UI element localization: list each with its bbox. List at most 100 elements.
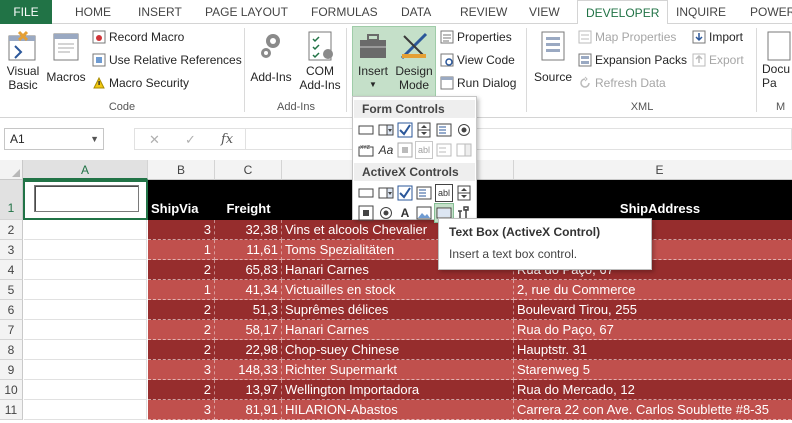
activex-image-control[interactable]: [415, 204, 433, 222]
cancel-icon[interactable]: ✕: [149, 132, 160, 148]
row-header-6[interactable]: 6: [0, 300, 23, 320]
tab-power[interactable]: POWER: [750, 0, 792, 24]
activex-command-button-control[interactable]: [357, 184, 375, 202]
tab-developer[interactable]: DEVELOPER: [577, 0, 669, 25]
cell-freight[interactable]: 11,61: [215, 240, 282, 260]
cell-a6[interactable]: [24, 300, 147, 320]
form-check-box-control[interactable]: [396, 121, 414, 139]
expansion-packs-button[interactable]: Expansion Packs: [578, 51, 687, 69]
cell-shipaddress[interactable]: Hauptstr. 31: [514, 340, 792, 360]
column-header-c[interactable]: C: [215, 160, 282, 180]
form-label-control[interactable]: Aa: [377, 141, 395, 159]
cell-a5[interactable]: [24, 280, 147, 300]
run-dialog-button[interactable]: Run Dialog: [440, 74, 516, 92]
cell-shipname[interactable]: Victuailles en stock: [282, 280, 514, 300]
activex-textbox-control[interactable]: [34, 185, 139, 212]
tab-formulas[interactable]: FORMULAS: [311, 0, 378, 24]
column-header-b[interactable]: B: [148, 160, 215, 180]
header-cell-shipvia[interactable]: ShipVia: [148, 180, 215, 220]
row-header-7[interactable]: 7: [0, 320, 23, 340]
cell-shipname[interactable]: Hanari Carnes: [282, 320, 514, 340]
activex-combo-box-control[interactable]: [377, 184, 395, 202]
name-box[interactable]: A1 ▼: [4, 128, 104, 150]
activex-check-box-control[interactable]: [396, 184, 414, 202]
row-header-1[interactable]: 1: [0, 180, 23, 220]
cell-freight[interactable]: 13,97: [215, 380, 282, 400]
cell-shipvia[interactable]: 2: [148, 300, 215, 320]
cell-shipvia[interactable]: 3: [148, 360, 215, 380]
tab-inquire[interactable]: INQUIRE: [676, 0, 726, 24]
record-macro-button[interactable]: Record Macro: [92, 28, 184, 46]
form-combo-dropdown-control[interactable]: [455, 141, 473, 159]
cell-freight[interactable]: 58,17: [215, 320, 282, 340]
form-spin-button-control[interactable]: [415, 121, 433, 139]
row-header-2[interactable]: 2: [0, 220, 23, 240]
cell-shipname[interactable]: HILARION-Abastos: [282, 400, 514, 420]
tab-home[interactable]: HOME: [75, 0, 111, 24]
cell-freight[interactable]: 51,3: [215, 300, 282, 320]
design-mode-button[interactable]: Design Mode: [394, 28, 434, 92]
column-header-a[interactable]: A: [23, 160, 148, 180]
row-header-10[interactable]: 10: [0, 380, 23, 400]
enter-icon[interactable]: ✓: [185, 132, 196, 148]
cell-freight[interactable]: 81,91: [215, 400, 282, 420]
cell-shipaddress[interactable]: Rua do Mercado, 12: [514, 380, 792, 400]
cell-shipaddress[interactable]: Carrera 22 con Ave. Carlos Soublette #8-…: [514, 400, 792, 420]
row-header-4[interactable]: 4: [0, 260, 23, 280]
cell-shipvia[interactable]: 1: [148, 280, 215, 300]
row-header-8[interactable]: 8: [0, 340, 23, 360]
properties-button[interactable]: Properties: [440, 28, 512, 46]
select-all-button[interactable]: [0, 160, 23, 180]
cell-shipvia[interactable]: 2: [148, 320, 215, 340]
activex-text-box-control[interactable]: abl: [435, 184, 453, 202]
relative-references-button[interactable]: Use Relative References: [92, 51, 242, 69]
cell-freight[interactable]: 22,98: [215, 340, 282, 360]
visual-basic-button[interactable]: Visual Basic: [4, 28, 42, 92]
form-button-control[interactable]: [357, 121, 375, 139]
tab-data[interactable]: DATA: [401, 0, 431, 24]
refresh-data-button[interactable]: Refresh Data: [578, 74, 666, 92]
cell-a10[interactable]: [24, 380, 147, 400]
xml-import-button[interactable]: Import: [692, 28, 743, 46]
row-header-11[interactable]: 11: [0, 400, 23, 420]
document-panel-button[interactable]: Docu Pa: [762, 28, 792, 90]
cell-a11[interactable]: [24, 400, 147, 420]
cell-shipaddress[interactable]: 2, rue du Commerce: [514, 280, 792, 300]
cell-shipvia[interactable]: 2: [148, 380, 215, 400]
cell-freight[interactable]: 41,34: [215, 280, 282, 300]
form-combo-list-control[interactable]: [435, 141, 453, 159]
com-addins-button[interactable]: COM Add-Ins: [298, 28, 342, 92]
tab-file[interactable]: FILE: [0, 0, 52, 24]
cell-shipname[interactable]: Richter Supermarkt: [282, 360, 514, 380]
cell-shipname[interactable]: Suprêmes délices: [282, 300, 514, 320]
cell-a8[interactable]: [24, 340, 147, 360]
header-cell-shipaddress[interactable]: ShipAddress: [514, 180, 792, 220]
macros-button[interactable]: Macros: [44, 28, 88, 84]
cell-shipvia[interactable]: 2: [148, 340, 215, 360]
cell-shipaddress[interactable]: Boulevard Tirou, 255: [514, 300, 792, 320]
cell-a4[interactable]: [24, 260, 147, 280]
map-properties-button[interactable]: Map Properties: [578, 28, 676, 46]
column-header-e[interactable]: E: [514, 160, 792, 180]
cell-a9[interactable]: [24, 360, 147, 380]
cell-shipvia[interactable]: 2: [148, 260, 215, 280]
activex-scroll-bar-control[interactable]: [455, 184, 473, 202]
xml-source-button[interactable]: Source: [532, 28, 574, 84]
header-cell-freight[interactable]: Freight: [215, 180, 282, 220]
cell-a7[interactable]: [24, 320, 147, 340]
cell-shipname[interactable]: Wellington Importadora: [282, 380, 514, 400]
row-header-3[interactable]: 3: [0, 240, 23, 260]
activex-spin-button-control[interactable]: [357, 204, 375, 222]
name-box-dropdown-icon[interactable]: ▼: [90, 129, 99, 149]
activex-option-button-control[interactable]: [377, 204, 395, 222]
tab-review[interactable]: REVIEW: [460, 0, 507, 24]
form-option-button-control[interactable]: [455, 121, 473, 139]
view-code-button[interactable]: View Code: [440, 51, 515, 69]
cell-shipvia[interactable]: 1: [148, 240, 215, 260]
cell-a3[interactable]: [24, 240, 147, 260]
form-group-box-control[interactable]: XYZ: [357, 141, 375, 159]
tab-page-layout[interactable]: PAGE LAYOUT: [205, 0, 288, 24]
xml-export-button[interactable]: Export: [692, 51, 744, 69]
cell-shipvia[interactable]: 3: [148, 400, 215, 420]
insert-function-icon[interactable]: fx: [221, 132, 233, 147]
